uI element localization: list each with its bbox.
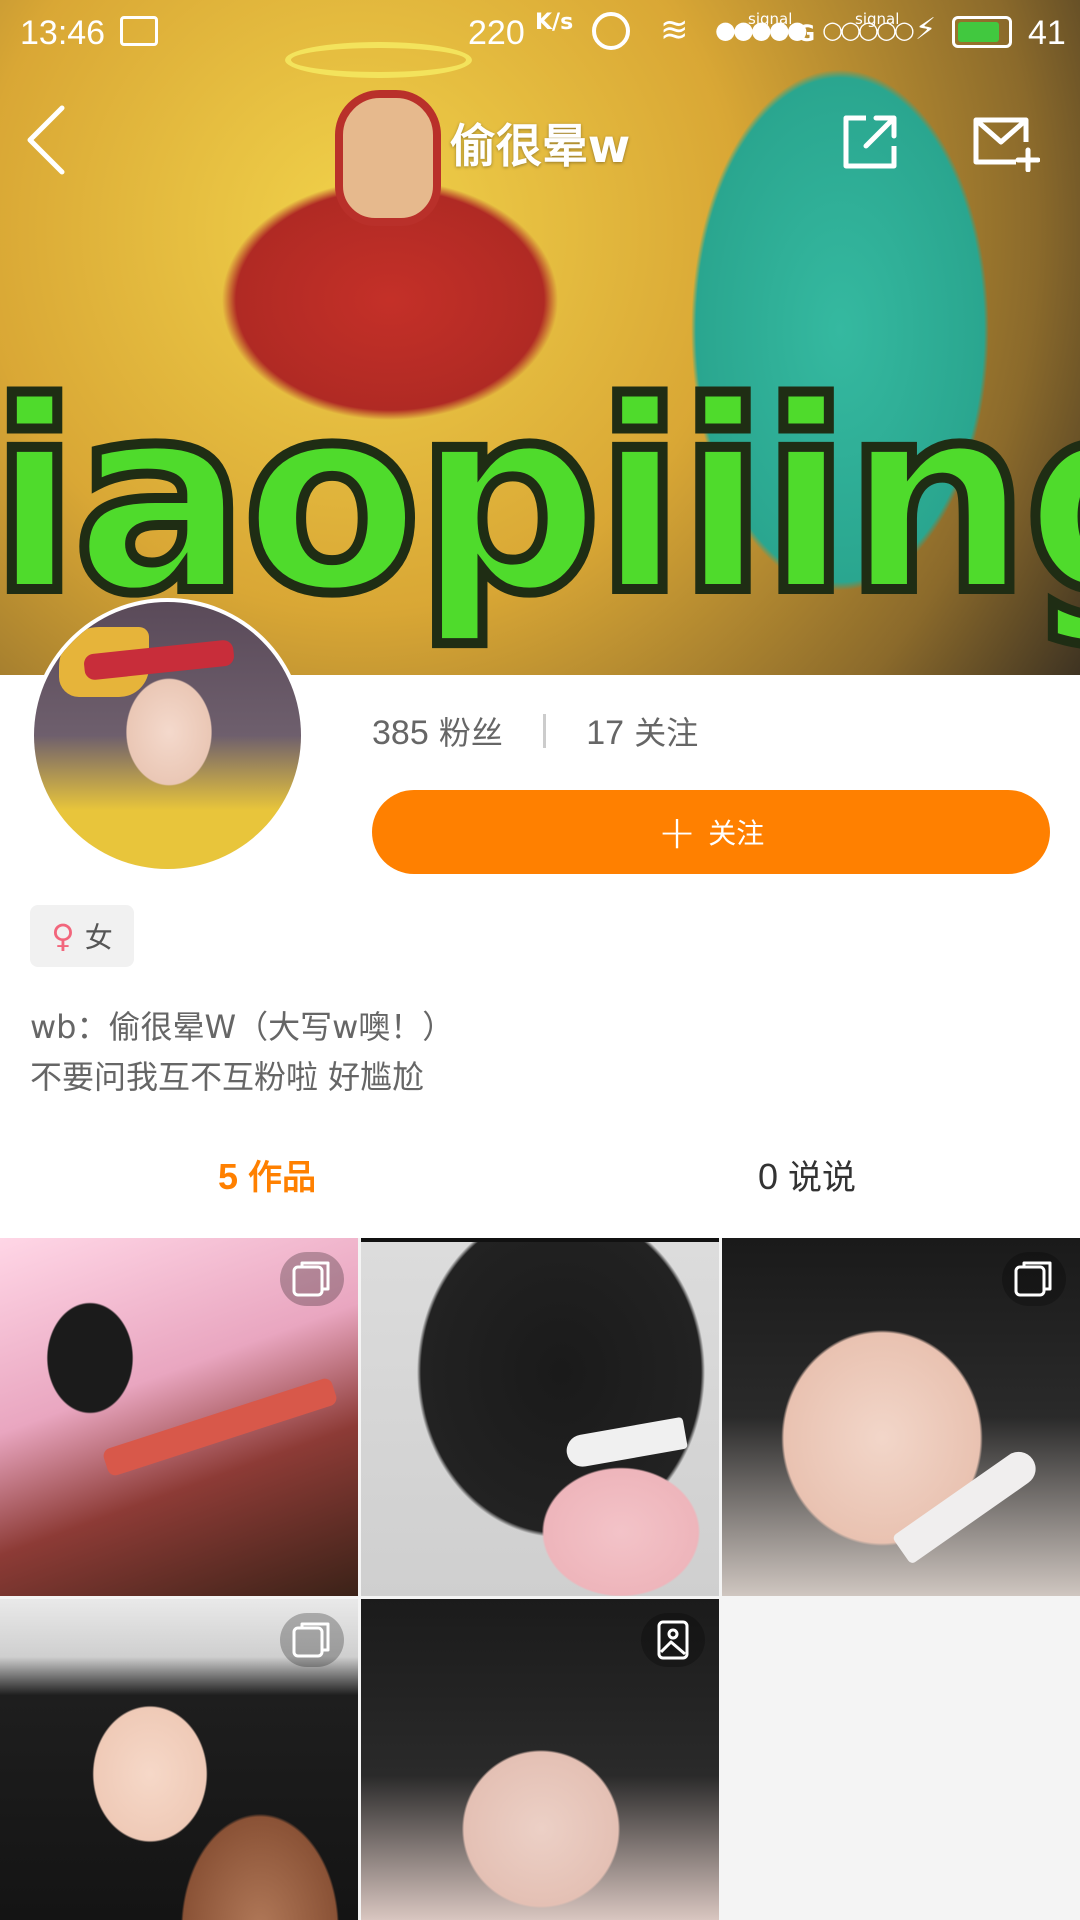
following-count: 17 [586, 714, 625, 752]
net-speed-unit: K/s [535, 10, 574, 35]
status-time: 13:46 [20, 14, 106, 52]
work-item[interactable] [361, 1238, 719, 1596]
battery-fill [958, 22, 999, 42]
prop-shape [891, 1445, 1043, 1565]
avatar-image [34, 602, 301, 869]
work-item[interactable] [361, 1599, 719, 1920]
follow-button[interactable]: + 关注 [372, 790, 1050, 874]
follow-button-label: 关注 [708, 817, 765, 850]
signal-label: signal [748, 10, 793, 28]
plus-icon: + [657, 805, 697, 859]
avatar[interactable] [30, 598, 305, 873]
page-title: 偷很晕w [449, 119, 631, 173]
multi-image-icon [1002, 1252, 1066, 1306]
following-stat[interactable]: 17 关注 [586, 714, 698, 752]
work-item[interactable] [0, 1238, 358, 1596]
cover-text: iaopiiing [0, 349, 1080, 651]
mail-plus-icon [973, 117, 1041, 173]
posts-label: 说说 [788, 1158, 857, 1198]
bio-line: wb：偷很晕W（大写w噢！） [30, 1008, 455, 1046]
bio-line: 不要问我互不互粉啦 好尴尬 [30, 1058, 425, 1096]
profile-stats: 385 粉丝 17 关注 [372, 708, 698, 754]
followers-count: 385 [372, 714, 429, 752]
tab-posts[interactable]: 0 说说 [758, 1150, 856, 1199]
work-item[interactable] [722, 1238, 1080, 1596]
female-icon: ♀ [51, 917, 75, 955]
multi-image-icon [280, 1252, 344, 1306]
following-label: 关注 [634, 714, 699, 752]
status-bar: 13:46 220 K/s ≋ ●●●●● signal G ○○○○○ sig… [0, 0, 1080, 70]
gender-badge: ♀ 女 [30, 905, 134, 967]
tab-works[interactable]: 5 作品 [218, 1150, 316, 1199]
stats-divider [543, 714, 547, 748]
image-notification-icon [120, 16, 158, 46]
work-item[interactable] [0, 1599, 358, 1920]
share-button[interactable] [840, 112, 900, 172]
share-external-icon [843, 115, 897, 169]
wifi-icon: ≋ [660, 10, 689, 50]
gender-label: 女 [84, 921, 113, 954]
posts-count: 0 [758, 1156, 779, 1197]
message-button[interactable] [970, 112, 1041, 173]
works-grid [0, 1238, 1080, 1920]
single-image-icon [641, 1613, 705, 1667]
works-count: 5 [218, 1156, 239, 1197]
works-label: 作品 [248, 1158, 317, 1198]
network-type: G [797, 22, 816, 47]
cover-image: iaopiiing [0, 0, 1080, 675]
battery-icon [952, 16, 1012, 48]
prop-shape [564, 1416, 688, 1470]
battery-level: 41 [1028, 14, 1066, 52]
signal-label: signal [855, 10, 900, 28]
followers-stat[interactable]: 385 粉丝 [372, 714, 513, 752]
net-speed: 220 [468, 14, 525, 52]
multi-image-icon [280, 1613, 344, 1667]
alarm-icon [592, 12, 630, 50]
charging-icon: ⚡ [915, 12, 937, 47]
bio: wb：偷很晕W（大写w噢！） 不要问我互不互粉啦 好尴尬 [30, 1002, 454, 1102]
followers-label: 粉丝 [438, 714, 503, 752]
prop-shape [101, 1376, 339, 1478]
